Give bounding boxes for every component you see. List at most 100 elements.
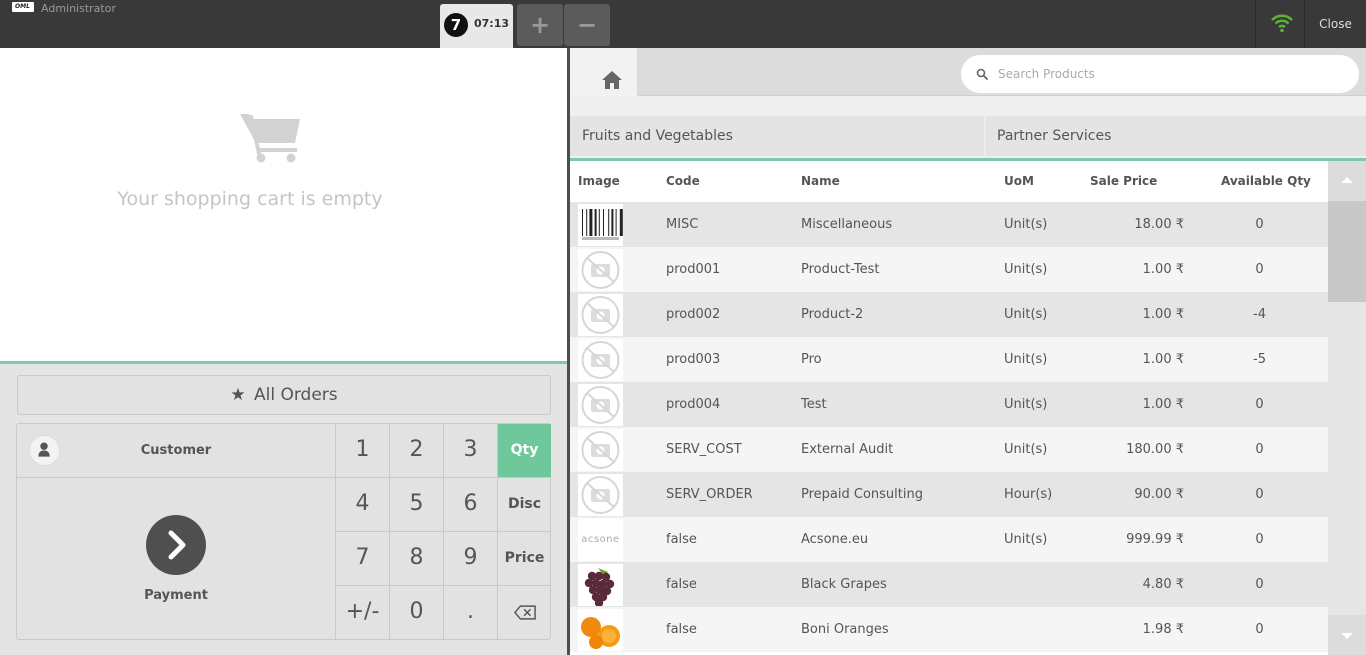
- order-time: 07:13: [474, 17, 510, 30]
- product-code: MISC: [666, 217, 699, 232]
- product-row[interactable]: acsone false Acsone.eu Unit(s) 999.99 ₹ 0: [570, 517, 1328, 562]
- product-image: [578, 294, 623, 336]
- product-row[interactable]: prod004 Test Unit(s) 1.00 ₹ 0: [570, 382, 1328, 427]
- product-name: External Audit: [801, 442, 894, 457]
- product-price: 180.00 ₹: [1126, 442, 1184, 457]
- product-code: false: [666, 622, 697, 637]
- product-row[interactable]: MISC Miscellaneous Unit(s) 18.00 ₹ 0: [570, 202, 1328, 247]
- product-available-qty: 0: [1255, 487, 1264, 502]
- order-number: 7: [444, 13, 468, 37]
- add-order-button[interactable]: +: [517, 4, 563, 46]
- scrollbar-thumb[interactable]: [1328, 201, 1366, 302]
- numpad-key-2[interactable]: 2: [389, 424, 443, 478]
- column-header-uom: UoM: [1004, 174, 1034, 188]
- order-pane: Your shopping cart is empty ★ All Orders…: [0, 48, 567, 655]
- numpad-key-sign[interactable]: +/-: [335, 586, 389, 640]
- product-name: Product-2: [801, 307, 864, 322]
- remove-order-button[interactable]: −: [564, 4, 610, 46]
- product-row[interactable]: prod002 Product-2 Unit(s) 1.00 ₹ -4: [570, 292, 1328, 337]
- product-code: SERV_ORDER: [666, 487, 753, 502]
- home-icon: [602, 71, 622, 89]
- payment-button[interactable]: [146, 515, 206, 575]
- product-search: [961, 55, 1359, 93]
- column-header-image: Image: [578, 174, 620, 188]
- backspace-button[interactable]: [497, 586, 551, 640]
- product-name: Boni Oranges: [801, 622, 889, 637]
- product-name: Prepaid Consulting: [801, 487, 923, 502]
- product-code: prod004: [666, 397, 721, 412]
- product-image: [578, 564, 623, 608]
- category-bar: Fruits and Vegetables Partner Services: [570, 96, 1366, 164]
- category-fruits-and-vegetables[interactable]: Fruits and Vegetables: [570, 116, 984, 156]
- product-code: prod002: [666, 307, 721, 322]
- product-name: Test: [801, 397, 827, 412]
- product-image: [578, 474, 623, 516]
- numpad-key-9[interactable]: 9: [443, 532, 497, 586]
- product-image: acsone: [578, 519, 623, 561]
- numpad-key-7[interactable]: 7: [335, 532, 389, 586]
- mode-disc-button[interactable]: Disc: [497, 478, 551, 532]
- scroll-up-button[interactable]: [1328, 161, 1366, 201]
- search-input[interactable]: [998, 64, 1338, 84]
- all-orders-button[interactable]: ★ All Orders: [17, 375, 551, 415]
- product-price: 90.00 ₹: [1134, 487, 1184, 502]
- column-header-available-qty: Available Qty: [1221, 174, 1311, 188]
- product-code: prod003: [666, 352, 721, 367]
- product-available-qty: 0: [1255, 262, 1264, 277]
- product-scrollbar[interactable]: [1328, 161, 1366, 655]
- numpad-key-dot[interactable]: .: [443, 586, 497, 640]
- category-partner-services[interactable]: Partner Services: [985, 116, 1366, 156]
- product-name: Acsone.eu: [801, 532, 869, 547]
- product-image: [578, 429, 623, 471]
- caret-up-icon: [1341, 177, 1353, 183]
- product-price: 4.80 ₹: [1142, 577, 1184, 592]
- numpad-key-8[interactable]: 8: [389, 532, 443, 586]
- product-image: [578, 204, 623, 246]
- products-pane: Fruits and Vegetables Partner Services I…: [570, 48, 1366, 655]
- numpad-key-1[interactable]: 1: [335, 424, 389, 478]
- product-code: false: [666, 577, 697, 592]
- product-code: prod001: [666, 262, 721, 277]
- product-price: 1.00 ₹: [1142, 307, 1184, 322]
- numpad-key-4[interactable]: 4: [335, 478, 389, 532]
- product-row[interactable]: false Black Grapes 4.80 ₹ 0: [570, 562, 1328, 608]
- product-price: 18.00 ₹: [1134, 217, 1184, 232]
- product-price: 1.98 ₹: [1142, 622, 1184, 637]
- minus-icon: −: [576, 11, 598, 39]
- numpad-key-5[interactable]: 5: [389, 478, 443, 532]
- product-row[interactable]: SERV_COST External Audit Unit(s) 180.00 ₹ 0: [570, 427, 1328, 472]
- product-uom: Unit(s): [1004, 352, 1048, 367]
- backspace-icon: [513, 605, 536, 620]
- customer-button[interactable]: Customer: [17, 424, 335, 478]
- mode-qty-button[interactable]: Qty: [497, 424, 551, 478]
- close-button[interactable]: Close: [1305, 0, 1366, 48]
- product-row[interactable]: false Boni Oranges 1.98 ₹ 0: [570, 607, 1328, 652]
- product-row[interactable]: prod003 Pro Unit(s) 1.00 ₹ -5: [570, 337, 1328, 382]
- product-available-qty: 0: [1255, 622, 1264, 637]
- product-price: 1.00 ₹: [1142, 397, 1184, 412]
- numpad-key-6[interactable]: 6: [443, 478, 497, 532]
- product-row[interactable]: prod001 Product-Test Unit(s) 1.00 ₹ 0: [570, 247, 1328, 292]
- product-image: [578, 249, 623, 291]
- product-price: 1.00 ₹: [1142, 262, 1184, 277]
- order-tab[interactable]: 7 07:13: [440, 4, 513, 48]
- product-price: 999.99 ₹: [1126, 532, 1184, 547]
- all-orders-label: All Orders: [254, 385, 338, 405]
- numpad-key-0[interactable]: 0: [389, 586, 443, 640]
- product-available-qty: 0: [1255, 532, 1264, 547]
- mode-price-button[interactable]: Price: [497, 532, 551, 586]
- product-image: [578, 384, 623, 426]
- product-name: Product-Test: [801, 262, 880, 277]
- product-uom: Unit(s): [1004, 532, 1048, 547]
- plus-icon: +: [529, 11, 551, 39]
- home-category-button[interactable]: [570, 48, 638, 96]
- numpad-key-3[interactable]: 3: [443, 424, 497, 478]
- product-row[interactable]: SERV_ORDER Prepaid Consulting Hour(s) 90.00…: [570, 472, 1328, 517]
- product-available-qty: 0: [1255, 217, 1264, 232]
- product-available-qty: 0: [1255, 442, 1264, 457]
- scroll-down-button[interactable]: [1328, 615, 1366, 655]
- products-header: [570, 48, 1366, 96]
- product-name: Pro: [801, 352, 822, 367]
- product-name: Black Grapes: [801, 577, 887, 592]
- column-header-code: Code: [666, 174, 700, 188]
